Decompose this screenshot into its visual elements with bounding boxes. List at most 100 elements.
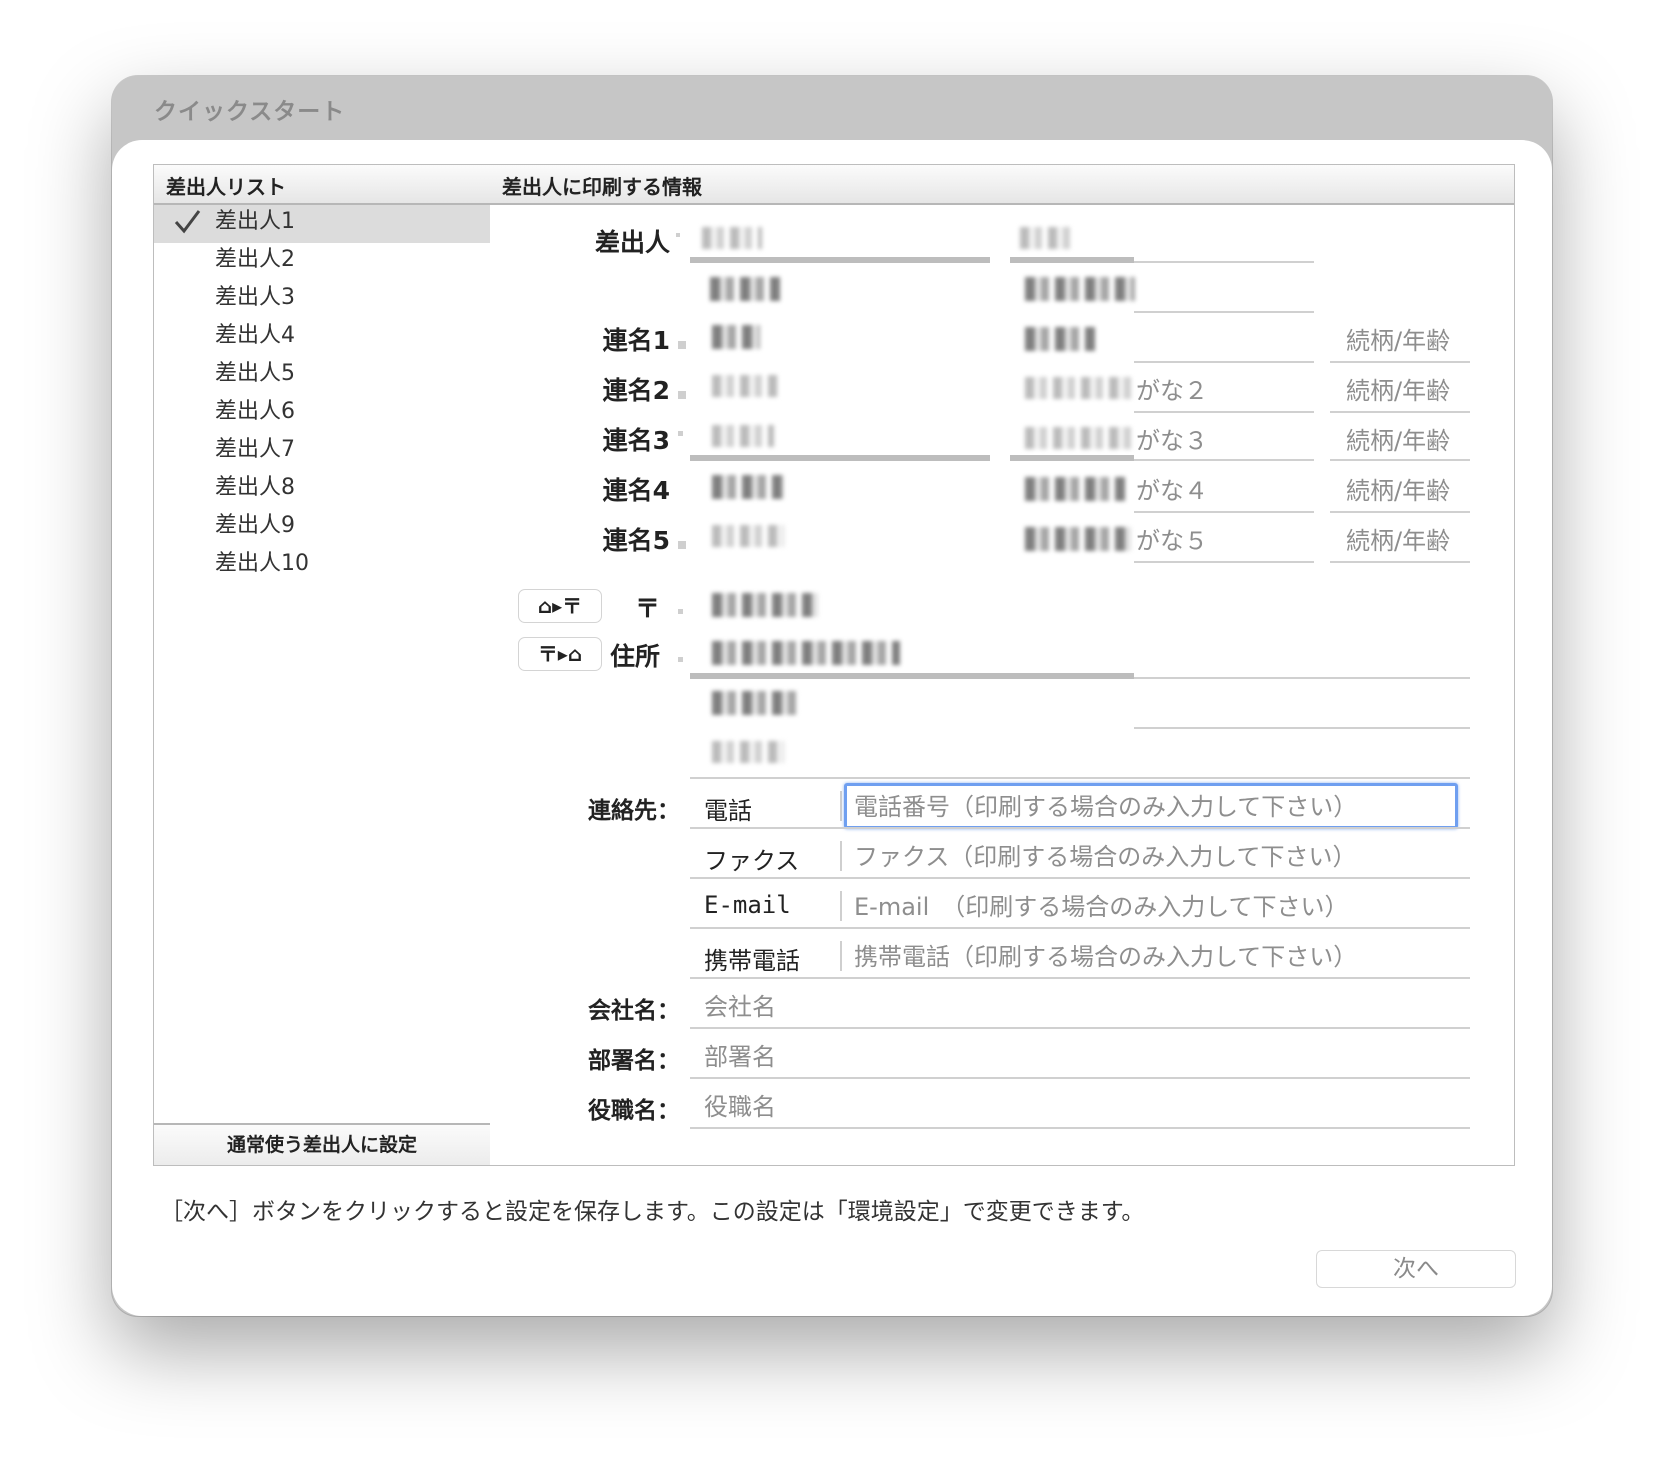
mobile-input[interactable]: 携帯電話（印刷する場合のみ入力して下さい）: [854, 937, 1357, 972]
sender-list-panel: 差出人リスト 差出人1 差出人2 差出人3 差出人4 差出人5 差出人6 差出人…: [153, 164, 491, 1166]
divider: [690, 877, 1470, 879]
joint-name-1-furigana-field[interactable]: [1025, 327, 1095, 351]
joint-name-4-field[interactable]: [712, 475, 784, 499]
divider: [690, 777, 1470, 779]
first-name-furigana-field[interactable]: [1025, 277, 1135, 301]
save-note: ［次へ］ボタンをクリックすると設定を保存します。この設定は「環境設定」で変更でき…: [160, 1199, 1145, 1225]
divider: [1010, 455, 1134, 461]
joint-name-1-relation-field[interactable]: 続柄/年齢: [1346, 321, 1450, 356]
colon-mark: [678, 341, 686, 349]
email-input[interactable]: E-mail （印刷する場合のみ入力して下さい）: [854, 887, 1349, 922]
divider: [1330, 511, 1470, 513]
divider: [840, 941, 842, 971]
set-default-sender-button[interactable]: 通常使う差出人に設定: [154, 1123, 490, 1165]
sender-info-header: 差出人に印刷する情報: [490, 165, 1514, 205]
joint-name-4-label: 連名4: [602, 476, 670, 505]
joint-name-3-relation-field[interactable]: 続柄/年齢: [1346, 421, 1450, 456]
zip-label: 〒: [634, 594, 660, 623]
divider: [690, 1077, 1470, 1079]
next-button[interactable]: 次へ: [1316, 1250, 1516, 1288]
colon-mark: [678, 431, 683, 436]
sender-list-item-10[interactable]: 差出人10: [154, 547, 490, 585]
colon-mark: [676, 233, 680, 237]
position-input[interactable]: 役職名: [704, 1087, 776, 1122]
colon-mark: [678, 609, 683, 614]
contact-label: 連絡先：: [588, 798, 680, 824]
fax-label: ファクス: [704, 847, 800, 875]
title-bar[interactable]: クイックスタート: [112, 76, 1552, 140]
sender-list-item-8[interactable]: 差出人8: [154, 471, 490, 509]
joint-name-5-relation-field[interactable]: 続柄/年齢: [1346, 521, 1450, 556]
divider: [1134, 561, 1314, 563]
divider: [1134, 411, 1314, 413]
joint-name-3-furigana-field[interactable]: がな３: [1136, 421, 1208, 456]
quickstart-window: クイックスタート 差出人リスト 差出人1 差出人2 差出人3 差出人4 差出人5…: [112, 76, 1552, 1316]
divider: [690, 455, 990, 461]
department-input[interactable]: 部署名: [704, 1037, 776, 1072]
company-label: 会社名：: [588, 998, 680, 1024]
last-name-furigana-field[interactable]: [710, 277, 780, 301]
sender-list-item-label: 差出人7: [215, 437, 295, 462]
sender-list-item-1[interactable]: 差出人1: [154, 205, 490, 243]
divider: [1330, 361, 1470, 363]
joint-name-2-field[interactable]: [712, 375, 778, 397]
divider: [690, 827, 1470, 829]
first-name-field[interactable]: [1020, 227, 1070, 249]
checkmark-icon: [174, 210, 201, 234]
colon-mark: [678, 391, 686, 399]
phone-input[interactable]: 電話番号（印刷する場合のみ入力して下さい）: [854, 787, 1357, 822]
sender-list: 差出人1 差出人2 差出人3 差出人4 差出人5 差出人6 差出人7 差出人8 …: [154, 205, 490, 585]
joint-name-1-label: 連名1: [602, 326, 670, 355]
divider: [1134, 261, 1314, 263]
joint-name-4-furigana-field[interactable]: がな４: [1136, 471, 1208, 506]
divider: [690, 1127, 1470, 1129]
divider: [1330, 411, 1470, 413]
divider: [1134, 727, 1470, 729]
divider: [690, 673, 1134, 679]
sender-name-label: 差出人: [594, 228, 670, 257]
divider: [690, 1027, 1470, 1029]
divider: [1010, 257, 1134, 263]
sender-list-item-3[interactable]: 差出人3: [154, 281, 490, 319]
sender-list-item-6[interactable]: 差出人6: [154, 395, 490, 433]
sender-list-item-9[interactable]: 差出人9: [154, 509, 490, 547]
department-label: 部署名：: [588, 1048, 680, 1074]
divider: [1134, 511, 1314, 513]
sender-info-panel: 差出人に印刷する情報 差出人 連名1 続柄/年齢 連名2 がな２ 続柄/年齢 連…: [490, 164, 1515, 1166]
joint-name-2-relation-field[interactable]: 続柄/年齢: [1346, 371, 1450, 406]
email-label: E-mail: [704, 891, 791, 919]
joint-name-2-furigana-field[interactable]: がな２: [1136, 371, 1208, 406]
company-input[interactable]: 会社名: [704, 987, 776, 1022]
joint-name-1-field[interactable]: [712, 325, 760, 349]
joint-name-3-field[interactable]: [712, 425, 774, 447]
divider: [840, 841, 842, 871]
colon-mark: [678, 541, 686, 549]
address-line-1-field[interactable]: [712, 641, 900, 665]
sender-list-item-5[interactable]: 差出人5: [154, 357, 490, 395]
joint-name-5-furigana-field[interactable]: がな５: [1136, 521, 1208, 556]
zip-field[interactable]: [712, 593, 818, 617]
divider: [1134, 459, 1314, 461]
sender-list-item-2[interactable]: 差出人2: [154, 243, 490, 281]
joint-name-3-furigana-blur: [1025, 427, 1131, 449]
fax-input[interactable]: ファクス（印刷する場合のみ入力して下さい）: [854, 837, 1357, 872]
divider: [690, 927, 1470, 929]
divider: [840, 791, 842, 821]
mobile-label: 携帯電話: [704, 947, 800, 975]
divider: [690, 977, 1470, 979]
sender-list-item-7[interactable]: 差出人7: [154, 433, 490, 471]
sender-list-item-label: 差出人4: [215, 323, 295, 348]
divider: [690, 257, 990, 263]
sender-list-item-label: 差出人6: [215, 399, 295, 424]
divider: [1134, 361, 1314, 363]
sender-list-item-label: 差出人10: [215, 551, 309, 576]
divider: [1134, 677, 1470, 679]
joint-name-5-furigana-blur: [1025, 527, 1131, 551]
joint-name-5-field[interactable]: [712, 525, 784, 547]
last-name-field[interactable]: [702, 227, 762, 249]
address-line-3-field[interactable]: [712, 741, 784, 763]
address-line-2-field[interactable]: [712, 691, 802, 715]
joint-name-4-relation-field[interactable]: 続柄/年齢: [1346, 471, 1450, 506]
divider: [840, 891, 842, 921]
sender-list-item-4[interactable]: 差出人4: [154, 319, 490, 357]
